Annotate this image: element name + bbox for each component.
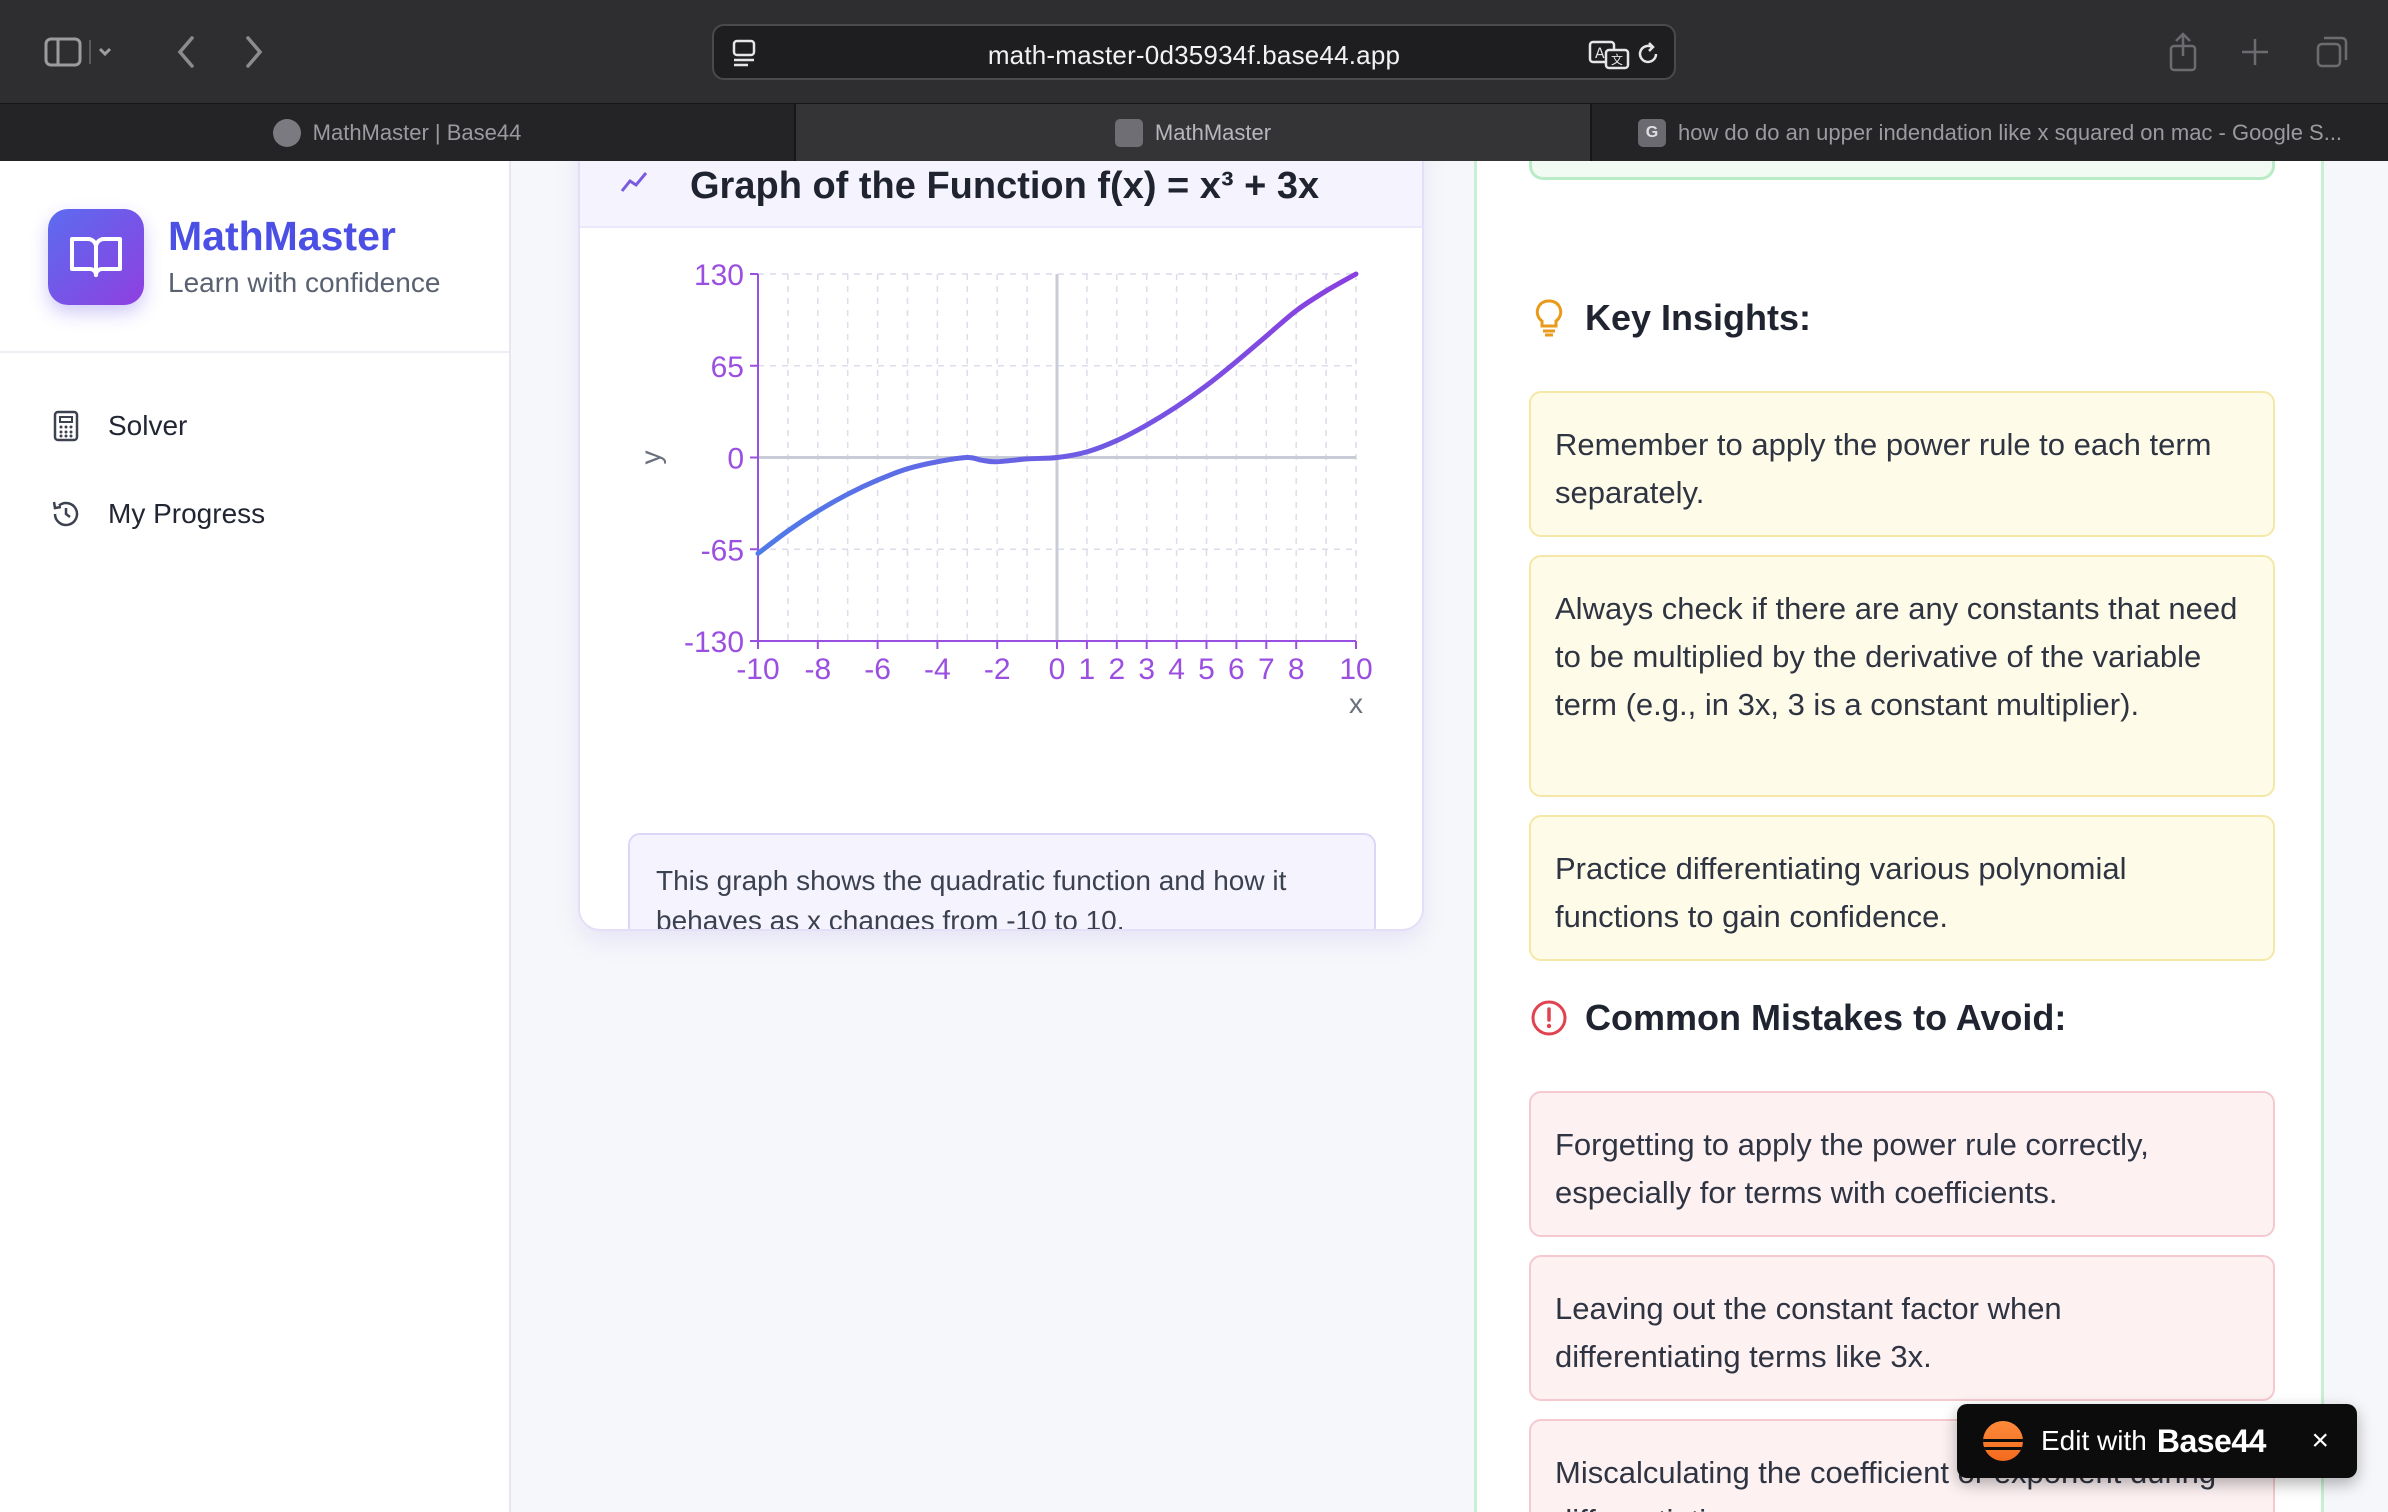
forward-icon[interactable] — [234, 28, 274, 76]
key-insights-heading: Key Insights: — [1529, 297, 1811, 339]
mistake-item: Leaving out the constant factor when dif… — [1529, 1255, 2275, 1401]
brand-subtitle: Learn with confidence — [168, 267, 441, 298]
svg-text:A: A — [1595, 46, 1605, 62]
function-graph: 130650-65-130-10 -8 -6 -4 -2 0 1 2 3 4 5 6 7 8 10xy — [635, 259, 1373, 719]
address-bar[interactable]: math-master-0d35934f.base44.app A文 — [712, 24, 1676, 80]
tab-google-search[interactable]: G how do do an upper indendation like x … — [1592, 104, 2388, 162]
section-title: Common Mistakes to Avoid: — [1585, 997, 2067, 1038]
graph-description: This graph shows the quadratic function … — [628, 833, 1376, 929]
edit-with-base44-button[interactable]: Edit with Base44 × — [1957, 1404, 2357, 1478]
graph-card: Graph of the Function f(x) = x³ + 3x 130… — [578, 161, 1424, 931]
brand-header: MathMaster Learn with confidence — [0, 161, 509, 353]
x-tick-label: -10 — [736, 653, 779, 686]
sidebar-item-solver[interactable]: Solver — [48, 394, 468, 458]
x-tick-label: 6 — [1228, 653, 1245, 686]
close-icon[interactable]: × — [2311, 1424, 2329, 1458]
x-tick-label: 10 — [1339, 653, 1372, 686]
svg-text:文: 文 — [1611, 52, 1623, 67]
google-favicon-icon: G — [1637, 119, 1666, 147]
badge-brand: Base44 — [2156, 1422, 2267, 1459]
sidebar-item-label: Solver — [108, 410, 188, 441]
explanation-panel: Key Insights: Remember to apply the powe… — [1474, 161, 2324, 1512]
x-tick-label: 5 — [1198, 653, 1215, 686]
tab-bar: MathMaster | Base44 MathMaster G how do … — [0, 103, 2388, 162]
sidebar-toggle-icon[interactable] — [36, 28, 124, 76]
calculator-icon — [48, 408, 84, 444]
tab-label: how do do an upper indendation like x sq… — [1677, 120, 2343, 145]
tab-mathmaster[interactable]: MathMaster — [796, 104, 1592, 162]
x-tick-label: 8 — [1288, 653, 1305, 686]
y-tick-label: 0 — [727, 443, 744, 476]
app-favicon-icon — [1114, 119, 1143, 147]
tab-label: MathMaster — [1154, 120, 1272, 145]
translate-icon[interactable]: A文 — [1588, 38, 1630, 75]
x-tick-label: -2 — [984, 653, 1011, 686]
common-mistakes-heading: Common Mistakes to Avoid: — [1529, 997, 2066, 1039]
x-tick-label: 2 — [1108, 653, 1125, 686]
mistake-item: Forgetting to apply the power rule corre… — [1529, 1091, 2275, 1237]
result-box — [1529, 161, 2275, 180]
share-icon[interactable] — [2162, 28, 2204, 76]
new-tab-icon[interactable] — [2234, 28, 2276, 76]
sidebar: MathMaster Learn with confidence Solver … — [0, 161, 511, 1512]
insight-item: Practice differentiating various polynom… — [1529, 815, 2275, 961]
history-icon — [48, 496, 84, 532]
x-tick-label: -4 — [924, 653, 951, 686]
sidebar-item-my-progress[interactable]: My Progress — [48, 482, 468, 546]
x-axis-label: x — [1349, 688, 1363, 719]
x-tick-label: 7 — [1258, 653, 1275, 686]
y-tick-label: -130 — [684, 626, 744, 659]
y-axis-label: y — [635, 451, 666, 465]
insight-item: Remember to apply the power rule to each… — [1529, 391, 2275, 537]
lightbulb-icon — [1529, 298, 1569, 338]
y-tick-label: 130 — [694, 259, 744, 292]
y-tick-label: -65 — [701, 534, 744, 567]
book-open-icon — [48, 209, 144, 305]
sidebar-item-label: My Progress — [108, 498, 266, 529]
url-text: math-master-0d35934f.base44.app — [987, 40, 1401, 70]
x-tick-label: 3 — [1138, 653, 1155, 686]
tab-overview-icon[interactable] — [2310, 28, 2354, 76]
x-tick-label: 4 — [1168, 653, 1185, 686]
x-tick-label: 1 — [1079, 653, 1096, 686]
tab-mathmaster-base44[interactable]: MathMaster | Base44 — [0, 104, 796, 162]
badge-label: Edit with — [2041, 1425, 2147, 1456]
x-tick-label: -8 — [804, 653, 831, 686]
main-content: Graph of the Function f(x) = x³ + 3x 130… — [511, 161, 2388, 1512]
brand-title: MathMaster — [168, 213, 396, 259]
base44-favicon-icon — [272, 119, 301, 147]
x-tick-label: 0 — [1049, 653, 1066, 686]
insight-item: Always check if there are any constants … — [1529, 555, 2275, 797]
section-title: Key Insights: — [1585, 297, 1812, 338]
reload-icon[interactable] — [1634, 40, 1662, 73]
y-tick-label: 65 — [711, 351, 744, 384]
back-icon[interactable] — [166, 28, 206, 76]
alert-circle-icon — [1529, 998, 1569, 1038]
base44-logo-icon — [1983, 1421, 2023, 1461]
x-tick-label: -6 — [864, 653, 891, 686]
tab-label: MathMaster | Base44 — [312, 120, 522, 145]
browser-toolbar: math-master-0d35934f.base44.app A文 — [0, 0, 2388, 103]
